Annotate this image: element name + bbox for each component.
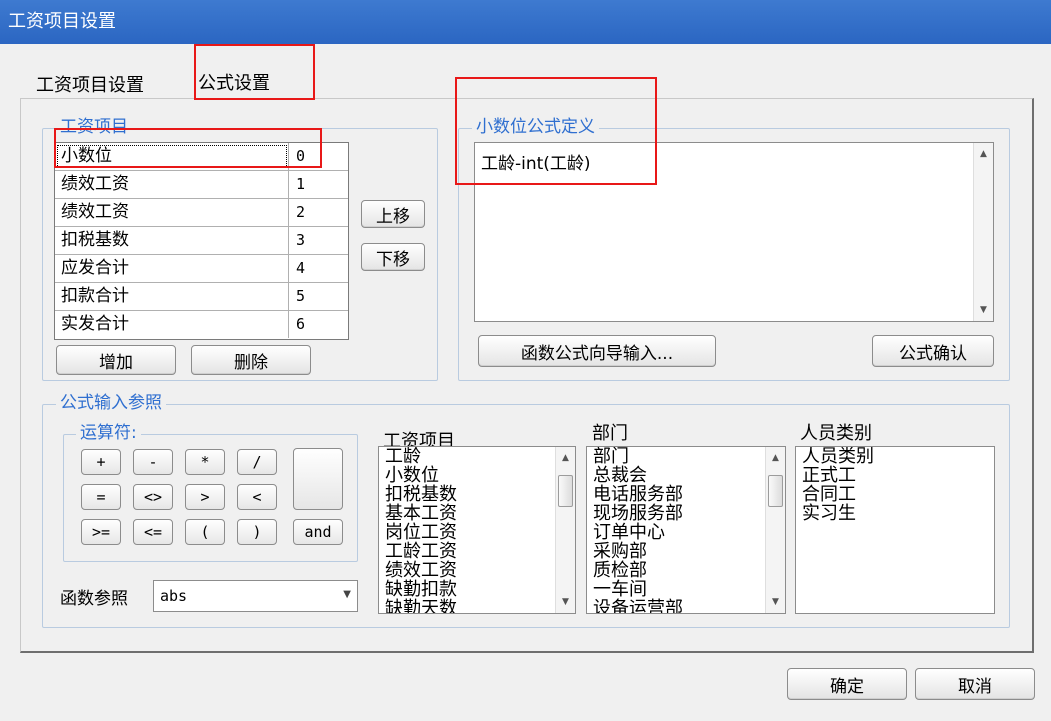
grid-cell-value[interactable]: 4 [291, 255, 348, 282]
table-row[interactable]: 实发合计 6 [55, 311, 348, 339]
operator-blank-button[interactable] [293, 448, 343, 510]
operator-greater-equal-button[interactable]: >= [81, 519, 121, 545]
operator-greater-button[interactable]: > [185, 484, 225, 510]
scroll-down-icon[interactable]: ▼ [766, 593, 785, 611]
list-item[interactable]: 岗位工资 [385, 523, 457, 542]
list-item[interactable]: 部门 [593, 447, 683, 466]
list-item[interactable]: 工龄工资 [385, 542, 457, 561]
operator-close-paren-button[interactable]: ) [237, 519, 277, 545]
grid-cell-name[interactable]: 扣款合计 [55, 283, 289, 310]
departments-scrollbar[interactable]: ▲ ▼ [765, 447, 785, 613]
scroll-thumb[interactable] [768, 475, 783, 507]
grid-cell-name[interactable]: 绩效工资 [55, 171, 289, 198]
operator-minus-button[interactable]: - [133, 449, 173, 475]
list-item[interactable]: 质检部 [593, 561, 683, 580]
grid-cell-name[interactable]: 扣税基数 [55, 227, 289, 254]
list-item[interactable]: 订单中心 [593, 523, 683, 542]
add-item-button[interactable]: 增加 [56, 345, 176, 375]
table-row[interactable]: 扣税基数 3 [55, 227, 348, 255]
list-item[interactable]: 工龄 [385, 447, 457, 466]
grid-cell-value[interactable]: 5 [291, 283, 348, 310]
function-select-value: abs [160, 587, 188, 605]
table-row[interactable]: 扣款合计 5 [55, 283, 348, 311]
personnel-listbox[interactable]: 人员类别 正式工 合同工 实习生 [795, 446, 995, 614]
function-select[interactable]: abs ▼ [153, 580, 358, 612]
move-down-button[interactable]: 下移 [361, 243, 425, 271]
operators-legend: 运算符: [76, 423, 141, 443]
formula-reference-legend: 公式输入参照 [56, 393, 166, 413]
list-item[interactable]: 设备运营部 [593, 599, 683, 613]
cancel-button[interactable]: 取消 [915, 668, 1035, 700]
grid-cell-value[interactable]: 3 [291, 227, 348, 254]
scroll-down-icon[interactable]: ▼ [974, 301, 993, 319]
scroll-thumb[interactable] [558, 475, 573, 507]
operator-divide-button[interactable]: / [237, 449, 277, 475]
list-item[interactable]: 缺勤扣款 [385, 580, 457, 599]
operator-open-paren-button[interactable]: ( [185, 519, 225, 545]
table-row[interactable]: 绩效工资 1 [55, 171, 348, 199]
list-item[interactable]: 基本工资 [385, 504, 457, 523]
list-item[interactable]: 人员类别 [802, 447, 874, 466]
list-item[interactable]: 电话服务部 [593, 485, 683, 504]
list-item[interactable]: 一车间 [593, 580, 683, 599]
annotation-box-decimal-row [54, 128, 322, 168]
scroll-down-icon[interactable]: ▼ [556, 593, 575, 611]
salary-items-list: 工龄 小数位 扣税基数 基本工资 岗位工资 工龄工资 绩效工资 缺勤扣款 缺勤天… [385, 447, 457, 613]
annotation-box-formula-definition [455, 77, 657, 185]
salary-items-listbox[interactable]: 工龄 小数位 扣税基数 基本工资 岗位工资 工龄工资 绩效工资 缺勤扣款 缺勤天… [378, 446, 576, 614]
list-item[interactable]: 现场服务部 [593, 504, 683, 523]
salary-items-grid[interactable]: 小数位 0 绩效工资 1 绩效工资 2 扣税基数 3 应发合计 4 扣款合计 5… [54, 142, 349, 340]
grid-cell-value[interactable]: 6 [291, 311, 348, 338]
list-item[interactable]: 扣税基数 [385, 485, 457, 504]
list-item[interactable]: 小数位 [385, 466, 457, 485]
list-item[interactable]: 采购部 [593, 542, 683, 561]
operator-less-button[interactable]: < [237, 484, 277, 510]
table-row[interactable]: 绩效工资 2 [55, 199, 348, 227]
operator-equal-button[interactable]: = [81, 484, 121, 510]
tab-salary-items[interactable]: 工资项目设置 [36, 74, 144, 98]
personnel-list: 人员类别 正式工 合同工 实习生 [802, 447, 874, 523]
grid-cell-name[interactable]: 实发合计 [55, 311, 289, 338]
grid-cell-value[interactable]: 1 [291, 171, 348, 198]
operator-not-equal-button[interactable]: <> [133, 484, 173, 510]
grid-cell-name[interactable]: 应发合计 [55, 255, 289, 282]
function-wizard-button[interactable]: 函数公式向导输入... [478, 335, 716, 367]
scroll-up-icon[interactable]: ▲ [556, 449, 575, 467]
formula-confirm-button[interactable]: 公式确认 [872, 335, 994, 367]
personnel-list-header: 人员类别 [800, 423, 872, 444]
annotation-box-formula-tab [194, 44, 315, 100]
operator-and-button[interactable]: and [293, 519, 343, 545]
salary-items-scrollbar[interactable]: ▲ ▼ [555, 447, 575, 613]
list-item[interactable]: 正式工 [802, 466, 874, 485]
grid-cell-value[interactable]: 2 [291, 199, 348, 226]
window-title-bar: 工资项目设置 [0, 0, 1051, 44]
move-up-button[interactable]: 上移 [361, 200, 425, 228]
operator-plus-button[interactable]: + [81, 449, 121, 475]
operator-less-equal-button[interactable]: <= [133, 519, 173, 545]
scroll-up-icon[interactable]: ▲ [766, 449, 785, 467]
list-item[interactable]: 总裁会 [593, 466, 683, 485]
departments-list-header: 部门 [592, 423, 628, 444]
function-reference-label: 函数参照 [60, 589, 128, 609]
list-item[interactable]: 绩效工资 [385, 561, 457, 580]
formula-scrollbar[interactable]: ▲ ▼ [973, 143, 993, 321]
list-item[interactable]: 缺勤天数 [385, 599, 457, 613]
ok-button[interactable]: 确定 [787, 668, 907, 700]
list-item[interactable]: 合同工 [802, 485, 874, 504]
table-row[interactable]: 应发合计 4 [55, 255, 348, 283]
chevron-down-icon[interactable]: ▼ [343, 589, 351, 600]
grid-cell-name[interactable]: 绩效工资 [55, 199, 289, 226]
list-item[interactable]: 实习生 [802, 504, 874, 523]
scroll-up-icon[interactable]: ▲ [974, 145, 993, 163]
departments-listbox[interactable]: 部门 总裁会 电话服务部 现场服务部 订单中心 采购部 质检部 一车间 设备运营… [586, 446, 786, 614]
operator-multiply-button[interactable]: * [185, 449, 225, 475]
delete-item-button[interactable]: 删除 [191, 345, 311, 375]
window-title: 工资项目设置 [8, 11, 116, 32]
departments-list: 部门 总裁会 电话服务部 现场服务部 订单中心 采购部 质检部 一车间 设备运营… [593, 447, 683, 613]
